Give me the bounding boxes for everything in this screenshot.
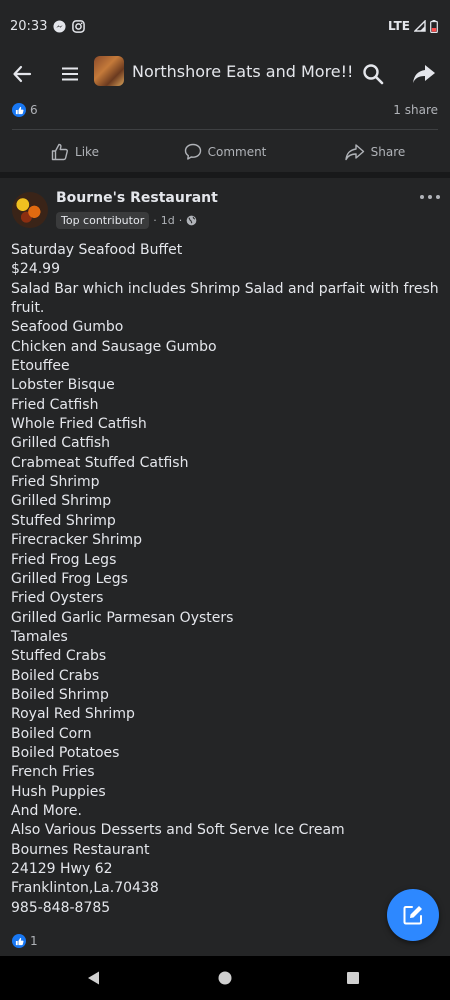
network-label: LTE bbox=[387, 19, 410, 33]
comment-button[interactable]: Comment bbox=[150, 138, 300, 166]
like-reaction-icon bbox=[12, 103, 26, 117]
search-button[interactable] bbox=[359, 60, 387, 88]
battery-low-icon bbox=[430, 19, 438, 33]
like-label: Like bbox=[75, 145, 99, 159]
post-text-line: Fried Catfish bbox=[11, 396, 99, 413]
post-text-line: Fried Oysters bbox=[11, 590, 104, 607]
post-text-line: Hush Puppies bbox=[11, 783, 106, 800]
share-button[interactable]: Share bbox=[300, 138, 450, 166]
post-meta: Top contributor · 1d · bbox=[56, 212, 197, 229]
share-label: Share bbox=[370, 145, 406, 159]
nav-back-button[interactable] bbox=[84, 968, 104, 988]
post-text-line: Crabmeat Stuffed Catfish bbox=[11, 454, 189, 471]
post-text-line: Boiled Crabs bbox=[11, 667, 100, 684]
circle-home-icon bbox=[218, 971, 232, 985]
post-text-line: Grilled Frog Legs bbox=[11, 570, 128, 587]
messenger-icon bbox=[53, 19, 67, 33]
search-icon bbox=[363, 64, 384, 85]
comment-label: Comment bbox=[207, 145, 267, 159]
share-icon bbox=[344, 144, 364, 161]
post-text-line: Bournes Restaurant bbox=[11, 841, 150, 858]
post-text-line: Also Various Desserts and Soft Serve Ice… bbox=[11, 822, 345, 839]
instagram-icon bbox=[72, 19, 86, 33]
post-text-line: Stuffed Crabs bbox=[11, 648, 107, 665]
globe-icon bbox=[186, 215, 197, 226]
post-text-line: Etouffee bbox=[11, 358, 70, 375]
post-text-line: Boiled Corn bbox=[11, 725, 92, 742]
post-text-line: Franklinton,La.70438 bbox=[11, 880, 159, 897]
post-text-line: Stuffed Shrimp bbox=[11, 512, 116, 529]
share-count[interactable]: 1 share bbox=[393, 103, 438, 117]
dot-icon bbox=[436, 195, 440, 199]
meta-separator: · bbox=[153, 214, 157, 227]
like-count: 6 bbox=[30, 103, 38, 117]
post-reaction-summary[interactable]: 1 bbox=[12, 934, 38, 948]
post-text-line: Salad Bar which includes Shrimp Salad an… bbox=[11, 280, 439, 297]
post-text-line: fruit. bbox=[11, 300, 45, 317]
nav-recents-button[interactable] bbox=[343, 968, 363, 988]
author-avatar[interactable] bbox=[12, 192, 48, 228]
status-time: 20:33 bbox=[10, 18, 48, 34]
back-button[interactable] bbox=[8, 60, 36, 88]
comment-icon bbox=[184, 143, 201, 160]
post-text-line: Seafood Gumbo bbox=[11, 319, 124, 336]
post-text-line: Tamales bbox=[11, 628, 68, 645]
post-actions: Like Comment Share bbox=[0, 138, 450, 166]
system-nav-bar bbox=[0, 956, 450, 1000]
dot-icon bbox=[428, 195, 432, 199]
group-title[interactable]: Northshore Eats and More!! bbox=[132, 62, 353, 81]
compose-fab[interactable] bbox=[387, 889, 439, 941]
post-text-line: 985-848-8785 bbox=[11, 899, 111, 916]
group-thumbnail[interactable] bbox=[94, 56, 124, 86]
post-text-line: Firecracker Shrimp bbox=[11, 532, 143, 549]
square-recents-icon bbox=[347, 972, 359, 984]
like-reaction-icon bbox=[12, 934, 26, 948]
like-button[interactable]: Like bbox=[0, 138, 150, 166]
post-text-line: Boiled Shrimp bbox=[11, 686, 109, 703]
divider bbox=[12, 129, 438, 130]
post-text-line: Saturday Seafood Buffet bbox=[11, 242, 183, 258]
menu-button[interactable] bbox=[56, 60, 84, 88]
signal-icon bbox=[414, 20, 426, 32]
post-text-line: Grilled Catfish bbox=[11, 435, 111, 452]
thumbs-up-icon bbox=[51, 143, 68, 161]
share-group-button[interactable] bbox=[410, 60, 438, 88]
previous-post-footer: 6 1 share Like Comment Share bbox=[0, 94, 450, 172]
post-text-line: Grilled Garlic Parmesan Oysters bbox=[11, 609, 234, 626]
post-text-line: Fried Frog Legs bbox=[11, 551, 117, 568]
nav-home-button[interactable] bbox=[215, 968, 235, 988]
post-text-line: Lobster Bisque bbox=[11, 377, 115, 394]
status-bar: 20:33 LTE bbox=[0, 0, 450, 52]
reaction-summary[interactable]: 6 1 share bbox=[12, 100, 438, 120]
post-card: Bourne's Restaurant Top contributor · 1d… bbox=[0, 178, 450, 956]
app-bar: Northshore Eats and More!! bbox=[0, 52, 450, 94]
meta-separator: · bbox=[178, 214, 183, 227]
post-text-line: Boiled Potatoes bbox=[11, 744, 120, 761]
post-text-line: Whole Fried Catfish bbox=[11, 416, 147, 433]
post-text-line: Royal Red Shrimp bbox=[11, 706, 135, 723]
post-time[interactable]: 1d bbox=[161, 214, 175, 227]
hamburger-icon bbox=[62, 67, 78, 81]
post-text-line: French Fries bbox=[11, 764, 95, 781]
post-text-line: $24.99 bbox=[11, 261, 60, 278]
post-like-count: 1 bbox=[30, 934, 38, 948]
post-text-line: Grilled Shrimp bbox=[11, 493, 112, 510]
post-text-line: Fried Shrimp bbox=[11, 474, 100, 491]
post-text-line: 24129 Hwy 62 bbox=[11, 861, 113, 877]
post-text-line: Chicken and Sausage Gumbo bbox=[11, 338, 217, 355]
triangle-back-icon bbox=[88, 971, 99, 985]
post-body: Saturday Seafood Buffet $24.99 Salad Bar w… bbox=[11, 241, 441, 918]
arrow-left-icon bbox=[13, 65, 32, 83]
dot-icon bbox=[420, 195, 424, 199]
share-arrow-icon bbox=[413, 65, 435, 83]
more-options-button[interactable] bbox=[420, 192, 440, 202]
author-name[interactable]: Bourne's Restaurant bbox=[56, 190, 218, 206]
post-text-line: And More. bbox=[11, 802, 82, 819]
top-contributor-badge[interactable]: Top contributor bbox=[56, 212, 150, 229]
compose-icon bbox=[403, 906, 422, 925]
